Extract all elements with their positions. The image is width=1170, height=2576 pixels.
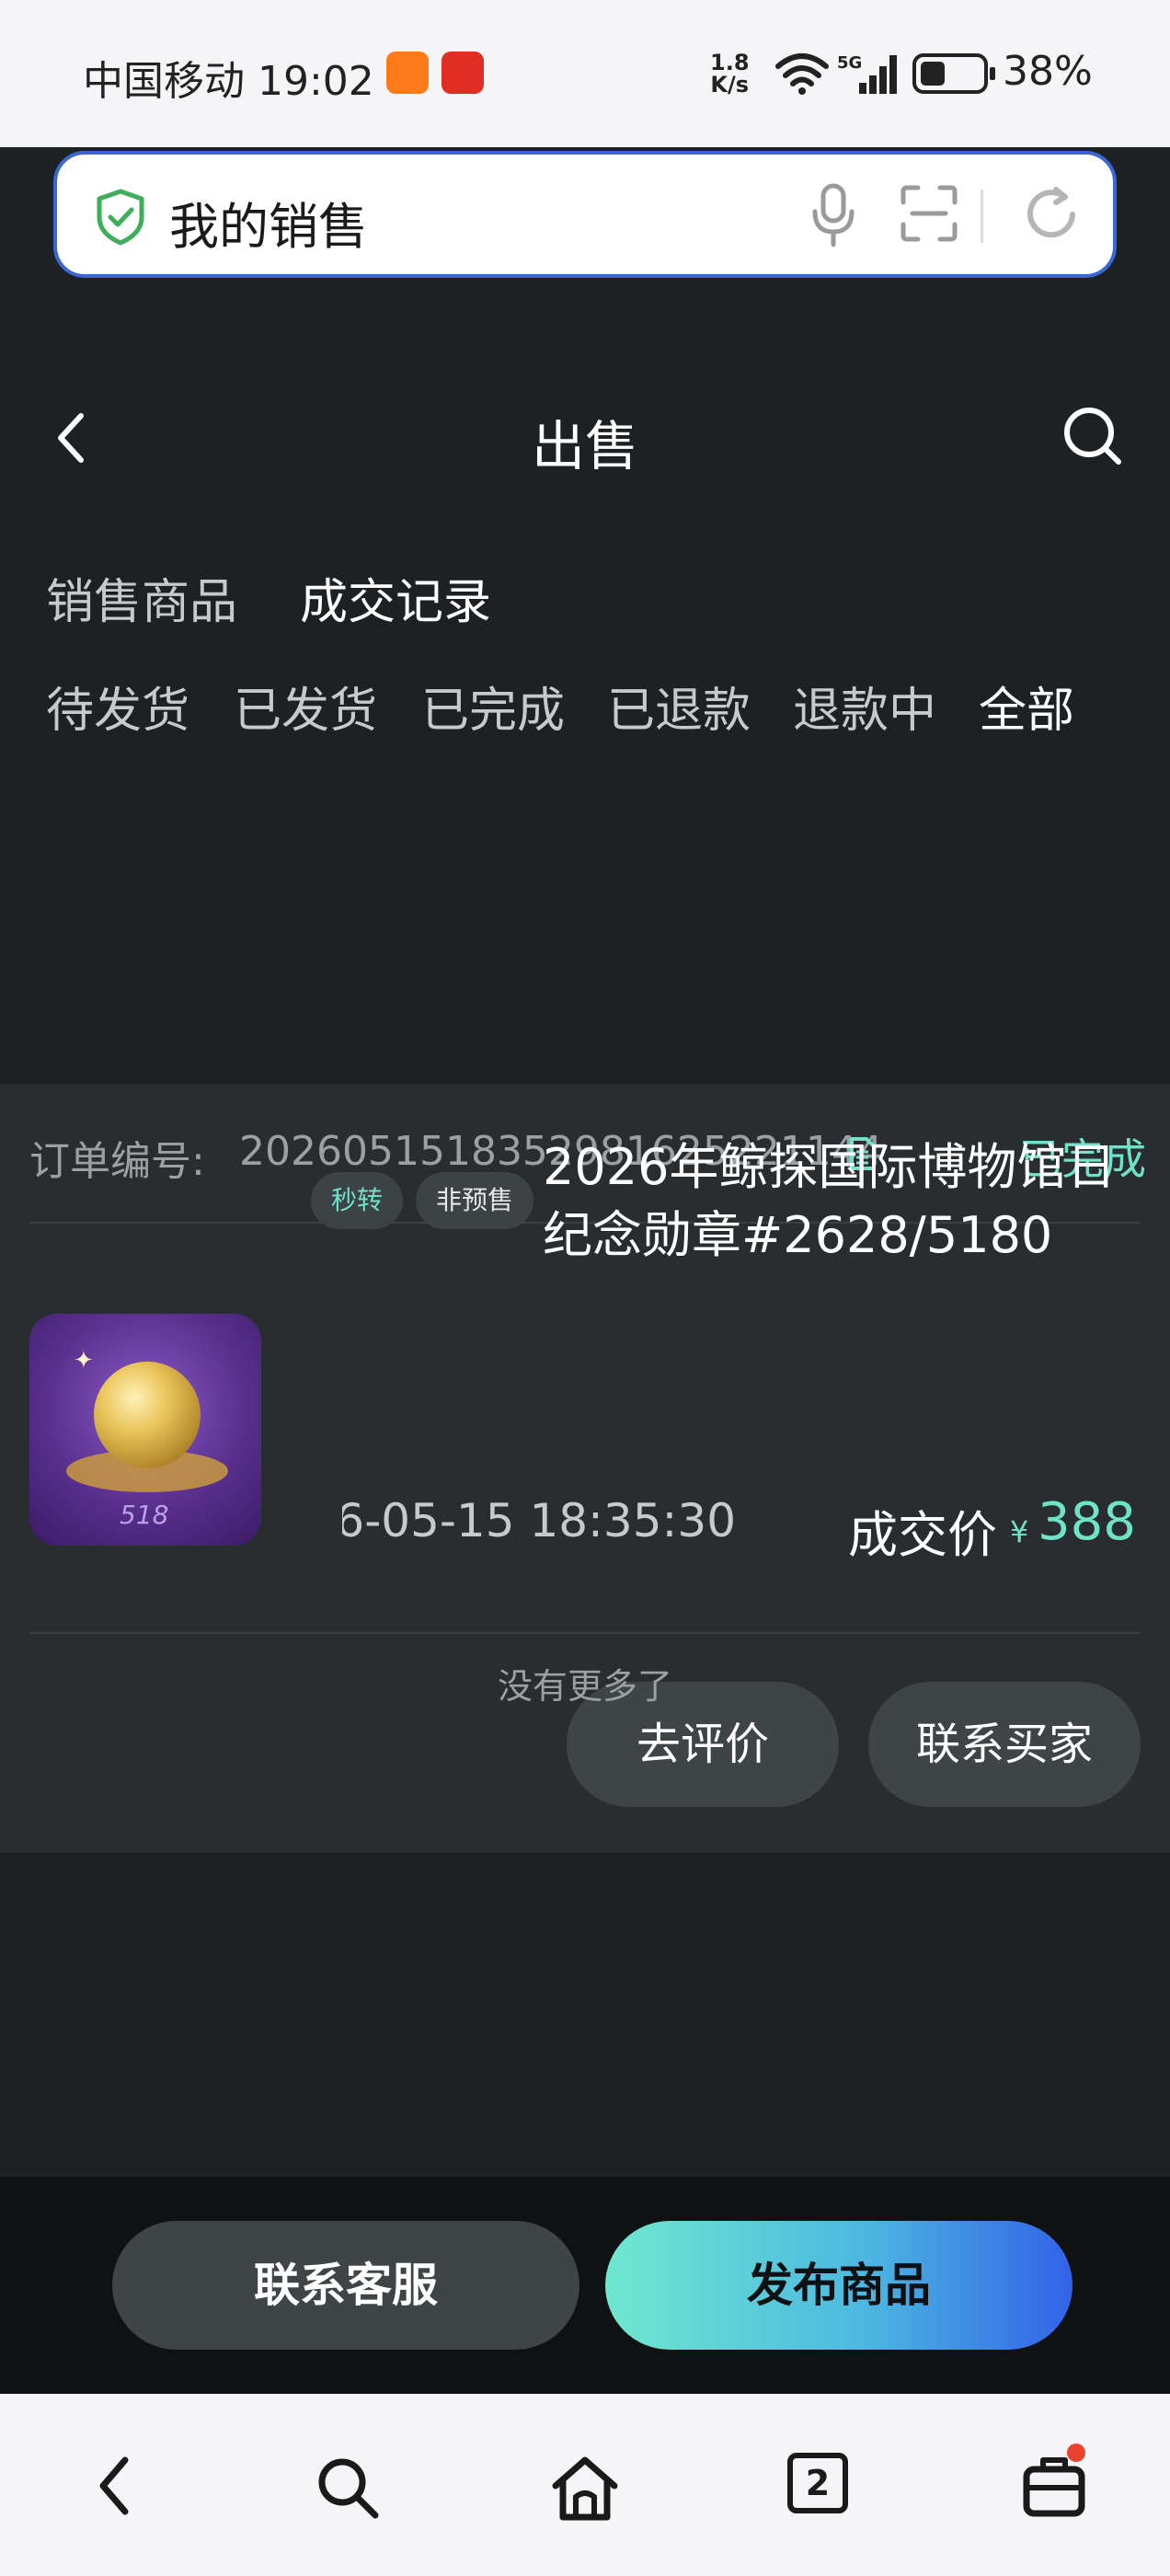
- page-title: 出售: [531, 415, 638, 477]
- battery-percent: 38%: [1003, 48, 1093, 95]
- tag-non-presale: 非预售: [416, 1172, 534, 1229]
- publish-item-button[interactable]: 发布商品: [605, 2221, 1072, 2350]
- app-content: 出售 销售商品 成交记录 待发货 已发货 已完成 已退款 退款中 全部 订单编号…: [0, 304, 1170, 2180]
- status-bar: 中国移动 19:02 1.8 K/s 5G 38%: [0, 0, 1170, 147]
- shield-check-icon: [97, 189, 144, 246]
- tab-sale-items[interactable]: 销售商品: [46, 563, 237, 632]
- nav-back-icon[interactable]: [94, 2453, 134, 2519]
- nav-search-icon[interactable]: [313, 2453, 383, 2523]
- subtab-all[interactable]: 全部: [979, 672, 1074, 741]
- subtab-pending-shipment[interactable]: 待发货: [46, 672, 189, 741]
- thumbnail-stamp-text: 518: [120, 1500, 169, 1530]
- search-icon[interactable]: [1060, 403, 1126, 469]
- tag-instant-transfer: 秒转: [311, 1172, 404, 1229]
- tab-count: 2: [787, 2453, 848, 2513]
- network-speed-value: 1.8: [710, 50, 750, 75]
- search-bar-divider: [981, 190, 983, 243]
- svg-text:5G: 5G: [837, 53, 862, 73]
- subtab-refunded[interactable]: 已退款: [607, 672, 751, 741]
- card-divider: [29, 1632, 1141, 1634]
- browser-search-text[interactable]: 我的销售: [169, 186, 368, 259]
- browser-search-bar[interactable]: 我的销售: [53, 151, 1117, 278]
- product-thumbnail[interactable]: ✦ 518: [29, 1314, 261, 1546]
- golden-orb: [94, 1362, 201, 1468]
- scan-icon[interactable]: [900, 184, 958, 243]
- currency-symbol: ¥: [1010, 1514, 1029, 1549]
- taobao-app-icon: [386, 52, 429, 94]
- order-number-label: 订单编号:: [29, 1138, 205, 1185]
- network-speed-unit: K/s: [710, 72, 750, 98]
- subtab-refunding[interactable]: 退款中: [793, 672, 936, 741]
- signal-5g-icon: 5G: [837, 53, 897, 94]
- nav-toolbox-icon[interactable]: [1021, 2453, 1087, 2519]
- sparkle-icon: ✦: [74, 1347, 94, 1374]
- browser-nav-bar: 2: [0, 2394, 1170, 2576]
- tab-trade-records[interactable]: 成交记录: [300, 563, 491, 632]
- trade-time-container: 2026-05-15 18:35:30: [342, 1494, 736, 1557]
- subtab-completed[interactable]: 已完成: [421, 672, 565, 741]
- carrier-time: 中国移动 19:02: [83, 58, 374, 105]
- contact-service-button[interactable]: 联系客服: [112, 2221, 579, 2350]
- product-name[interactable]: 2026年鲸探国际博物馆日纪念勋章#2628/5180: [543, 1133, 1150, 1270]
- nav-home-icon[interactable]: [548, 2453, 622, 2523]
- network-speed: 1.8 K/s: [710, 52, 750, 96]
- list-end-text: 没有更多了: [497, 1666, 672, 1707]
- price-label: 成交价: [848, 1506, 997, 1564]
- wifi-icon: [775, 53, 829, 95]
- order-card[interactable]: 订单编号: 2026051518352981625221144 已完成 ✦ 51…: [0, 1084, 1170, 1853]
- subtab-shipped[interactable]: 已发货: [234, 672, 377, 741]
- refresh-icon[interactable]: [1021, 184, 1082, 245]
- price-value: 388: [1038, 1492, 1136, 1552]
- trade-time: 2026-05-15 18:35:30: [342, 1494, 736, 1547]
- battery-icon: [912, 53, 995, 94]
- notification-dot: [1067, 2444, 1085, 2462]
- microphone-icon[interactable]: [808, 182, 859, 248]
- pinduoduo-app-icon: [442, 52, 484, 94]
- bottom-action-bar: 联系客服 发布商品: [0, 2177, 1170, 2394]
